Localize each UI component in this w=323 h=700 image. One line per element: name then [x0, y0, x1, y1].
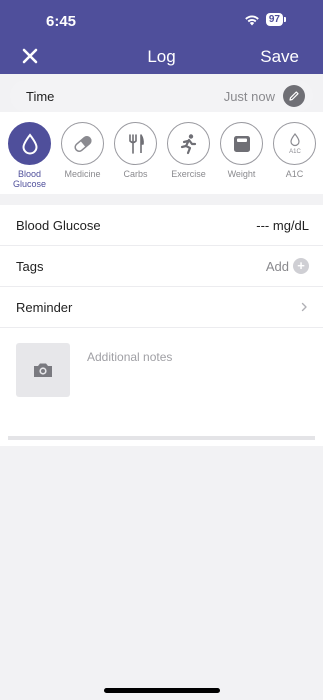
status-indicators: 97 [244, 13, 287, 26]
notes-section: Additional notes [0, 328, 323, 418]
blood-glucose-value[interactable]: --- mg/dL [256, 218, 309, 233]
header-bar: 6:45 97 Log Save [0, 0, 323, 74]
category-blood-glucose[interactable]: Blood Glucose [8, 122, 51, 189]
category-label: Blood Glucose [12, 169, 47, 189]
time-row[interactable]: Time Just now [10, 80, 313, 112]
notes-input[interactable]: Additional notes [87, 350, 307, 364]
category-a1c[interactable]: A1C A1C [273, 122, 316, 189]
category-label: A1C [285, 169, 304, 179]
category-carbs[interactable]: Carbs [114, 122, 157, 189]
time-label: Time [26, 88, 55, 104]
category-label: Exercise [171, 169, 206, 179]
category-weight[interactable]: Weight [220, 122, 263, 189]
status-time: 6:45 [46, 13, 77, 30]
blood-glucose-row[interactable]: Blood Glucose --- mg/dL [0, 205, 323, 246]
pencil-icon[interactable] [283, 85, 305, 107]
category-medicine[interactable]: Medicine [61, 122, 104, 189]
tags-row[interactable]: Tags Add + [0, 246, 323, 287]
category-selector: Blood Glucose Medicine Carbs Exercise We… [0, 112, 323, 194]
tags-add-label: Add [265, 258, 289, 274]
scale-icon [233, 135, 250, 152]
tags-add-button[interactable]: Add + [266, 258, 309, 274]
blood-glucose-label: Blood Glucose [16, 217, 101, 233]
camera-icon [34, 363, 52, 377]
battery-icon: 97 [265, 13, 287, 26]
reminder-row[interactable]: Reminder [0, 287, 323, 328]
a1c-icon-text: A1C [289, 149, 301, 155]
form-bottom-divider [8, 436, 315, 440]
fork-knife-icon [128, 133, 144, 154]
reminder-label: Reminder [16, 299, 73, 315]
drop-icon [21, 132, 38, 154]
add-photo-button[interactable] [16, 343, 70, 397]
pill-icon [73, 135, 92, 152]
plus-icon: + [293, 258, 309, 274]
category-label: Medicine [64, 169, 101, 179]
save-button[interactable]: Save [260, 47, 299, 67]
home-indicator[interactable] [104, 688, 220, 693]
category-exercise[interactable]: Exercise [167, 122, 210, 189]
log-form: Blood Glucose --- mg/dL Tags Add + Remin… [0, 205, 323, 446]
category-label: Carbs [123, 169, 148, 179]
chevron-right-icon [301, 302, 307, 312]
category-label: Weight [227, 169, 256, 179]
a1c-drop-icon: A1C [289, 132, 301, 155]
tags-label: Tags [16, 258, 44, 274]
time-value: Just now [223, 88, 275, 104]
runner-icon [180, 133, 196, 154]
wifi-icon [245, 14, 259, 25]
